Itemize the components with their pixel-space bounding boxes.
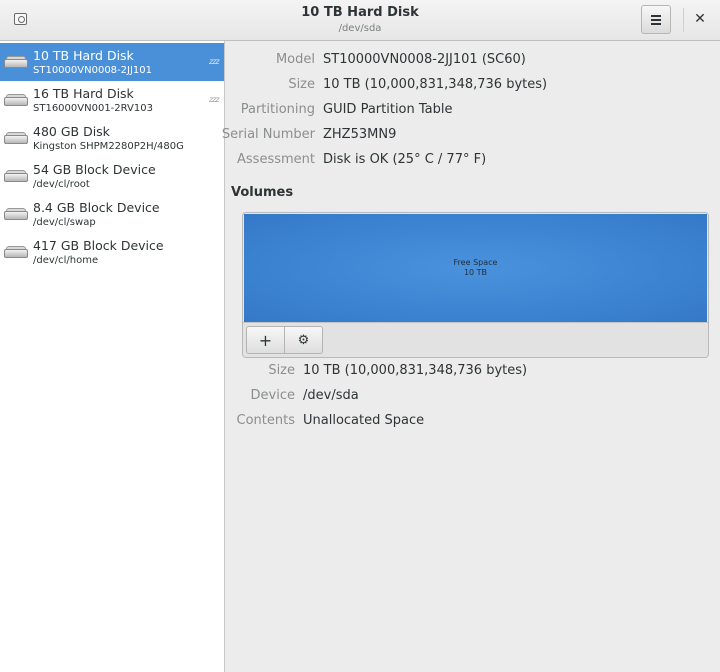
create-partition-button[interactable]: + [246, 326, 285, 354]
drive-name: 54 GB Block Device [33, 162, 156, 177]
drive-name: 16 TB Hard Disk [33, 86, 134, 101]
volumes-heading: Volumes [231, 185, 294, 200]
drive-name: 8.4 GB Block Device [33, 200, 160, 215]
drive-detail: /dev/cl/root [33, 179, 90, 190]
device-label: Device [250, 388, 295, 403]
block-device-icon [4, 170, 28, 182]
volume-map: Free Space 10 TB + ⚙ [242, 212, 709, 358]
close-button[interactable]: ✕ [690, 8, 710, 30]
window-title: 10 TB Hard Disk [301, 5, 419, 20]
drive-item-10tb[interactable]: 10 TB Hard Disk ST10000VN0008-2JJ101 zzz [0, 43, 224, 81]
header-bar: 10 TB Hard Disk /dev/sda ✕ [0, 0, 720, 41]
drive-item-16tb[interactable]: 16 TB Hard Disk ST16000VN001-2RV103 zzz [0, 81, 224, 119]
drive-detail: ST16000VN001-2RV103 [33, 103, 153, 114]
block-device-icon [4, 208, 28, 220]
hard-disk-icon [4, 56, 28, 68]
free-space-volume[interactable]: Free Space 10 TB [244, 214, 707, 322]
block-device-icon [4, 246, 28, 258]
partition-options-button[interactable]: ⚙ [284, 326, 323, 354]
serial-number-label: Serial Number [221, 127, 315, 142]
plus-icon: + [258, 330, 273, 350]
drive-name: 480 GB Disk [33, 124, 110, 139]
drive-name: 10 TB Hard Disk [33, 48, 134, 63]
drive-name: 417 GB Block Device [33, 238, 164, 253]
volume-block-label: Free Space [453, 258, 498, 267]
window-subtitle: /dev/sda [338, 23, 382, 34]
serial-number-value: ZHZ53MN9 [323, 127, 397, 142]
standby-icon: zzz [209, 95, 220, 104]
size-label: Size [288, 77, 315, 92]
drive-item-root[interactable]: 54 GB Block Device /dev/cl/root [0, 157, 224, 195]
drive-item-home[interactable]: 417 GB Block Device /dev/cl/home [0, 233, 224, 271]
hamburger-menu-icon [651, 15, 661, 25]
gear-icon: ⚙ [297, 332, 310, 348]
hard-disk-icon [4, 132, 28, 144]
menu-button[interactable] [641, 5, 671, 34]
assessment-value: Disk is OK (25° C / 77° F) [323, 152, 487, 167]
partitioning-value: GUID Partition Table [323, 102, 453, 117]
volume-block-size: 10 TB [463, 268, 488, 277]
drive-detail: ST10000VN0008-2JJ101 [33, 65, 152, 76]
contents-label: Contents [236, 413, 295, 428]
partitioning-label: Partitioning [240, 102, 315, 117]
drive-detail: /dev/cl/swap [33, 217, 96, 228]
drive-detail: /dev/cl/home [33, 255, 99, 266]
volume-toolbar: + ⚙ [243, 322, 708, 357]
standby-icon: zzz [209, 57, 220, 66]
header-separator [683, 8, 684, 32]
hard-disk-icon [4, 94, 28, 106]
drive-item-480gb[interactable]: 480 GB Disk Kingston SHPM2280P2H/480G [0, 119, 224, 157]
drive-detail: Kingston SHPM2280P2H/480G [33, 141, 184, 152]
volume-size-label: Size [268, 363, 295, 378]
size-value: 10 TB (10,000,831,348,736 bytes) [323, 77, 548, 92]
drive-list-sidebar: 10 TB Hard Disk ST10000VN0008-2JJ101 zzz… [0, 41, 225, 672]
drive-item-swap[interactable]: 8.4 GB Block Device /dev/cl/swap [0, 195, 224, 233]
assessment-label: Assessment [237, 152, 315, 167]
contents-value: Unallocated Space [303, 413, 425, 428]
model-value: ST10000VN0008-2JJ101 (SC60) [323, 52, 526, 67]
volume-size-value: 10 TB (10,000,831,348,736 bytes) [303, 363, 528, 378]
device-value: /dev/sda [303, 388, 359, 403]
model-label: Model [275, 52, 315, 67]
